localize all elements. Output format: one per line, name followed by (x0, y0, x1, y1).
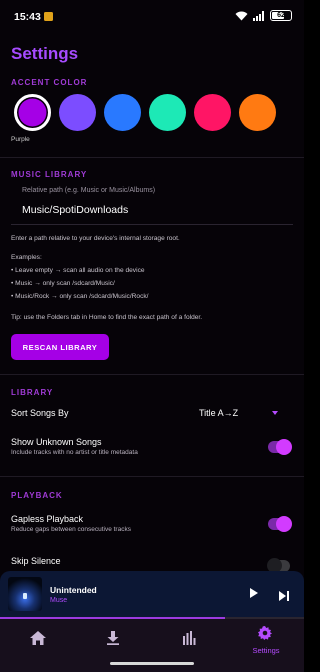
rescan-library-button[interactable]: RESCAN LIBRARY (11, 334, 109, 360)
example-line: • Music → only scan /sdcard/Music/ (11, 280, 115, 287)
skip-silence-label: Skip Silence (11, 556, 61, 566)
download-icon (107, 631, 119, 645)
accent-swatch[interactable] (14, 94, 51, 131)
settings-screen: 15:43 62 Settings ACCENT COLOR Purple MU… (0, 0, 304, 672)
accent-swatch[interactable] (59, 94, 96, 131)
help-tip: Tip: use the Folders tab in Home to find… (11, 314, 203, 321)
show-unknown-songs-description: Include tracks with no artist or title m… (11, 449, 138, 456)
example-line: • Leave empty → scan all audio on the de… (11, 267, 145, 274)
path-input-underline (11, 224, 293, 225)
track-artist: Muse (50, 597, 68, 604)
accent-swatch[interactable] (194, 94, 231, 131)
examples-label: Examples: (11, 254, 42, 261)
section-label-playback: PLAYBACK (11, 491, 63, 500)
path-field-label: Relative path (e.g. Music or Music/Album… (22, 187, 156, 194)
divider (0, 476, 304, 477)
skip-next-icon[interactable] (279, 588, 289, 601)
home-icon (30, 631, 46, 645)
nav-settings[interactable]: Settings (228, 619, 304, 659)
home-indicator[interactable] (110, 662, 194, 665)
gapless-playback-label: Gapless Playback (11, 514, 84, 524)
nav-equalizer[interactable] (152, 619, 228, 659)
battery-level: 62 (277, 12, 285, 19)
accent-swatch[interactable] (239, 94, 276, 131)
battery-icon: 62 (270, 10, 292, 21)
show-unknown-songs-label: Show Unknown Songs (11, 437, 102, 447)
status-time: 15:43 (14, 11, 41, 23)
album-art (8, 577, 42, 611)
sort-songs-dropdown[interactable]: Title A→Z (199, 408, 238, 418)
accent-swatches (14, 94, 276, 131)
divider (0, 374, 304, 375)
equalizer-icon (183, 631, 196, 645)
track-title: Unintended (50, 585, 97, 595)
accent-swatch[interactable] (149, 94, 186, 131)
mini-player[interactable]: Unintended Muse (0, 571, 304, 618)
path-input[interactable]: Music/SpotiDownloads (22, 204, 128, 216)
status-icons: 62 (235, 10, 292, 21)
section-label-accent: ACCENT COLOR (11, 78, 88, 87)
wifi-icon (235, 11, 248, 21)
divider (0, 157, 304, 158)
show-unknown-songs-toggle[interactable] (268, 439, 292, 455)
dropdown-arrow-icon[interactable] (272, 411, 278, 415)
section-label-music-library: MUSIC LIBRARY (11, 170, 88, 179)
example-line: • Music/Rock → only scan /sdcard/Music/R… (11, 293, 149, 300)
help-intro: Enter a path relative to your device's i… (11, 235, 180, 242)
section-label-library: LIBRARY (11, 388, 54, 397)
sort-songs-label: Sort Songs By (11, 408, 69, 418)
signal-icon (253, 10, 265, 21)
gapless-playback-toggle[interactable] (268, 516, 292, 532)
accent-swatch[interactable] (104, 94, 141, 131)
page-title: Settings (11, 44, 79, 63)
nav-downloads[interactable] (76, 619, 152, 659)
play-icon[interactable] (250, 588, 258, 598)
nav-settings-label: Settings (252, 646, 280, 655)
status-bar: 15:43 62 (0, 0, 304, 32)
settings-icon (258, 626, 272, 640)
notification-icon (44, 12, 53, 21)
gapless-playback-description: Reduce gaps between consecutive tracks (11, 526, 131, 533)
selected-color-name: Purple (11, 136, 30, 143)
nav-home[interactable] (0, 619, 76, 659)
